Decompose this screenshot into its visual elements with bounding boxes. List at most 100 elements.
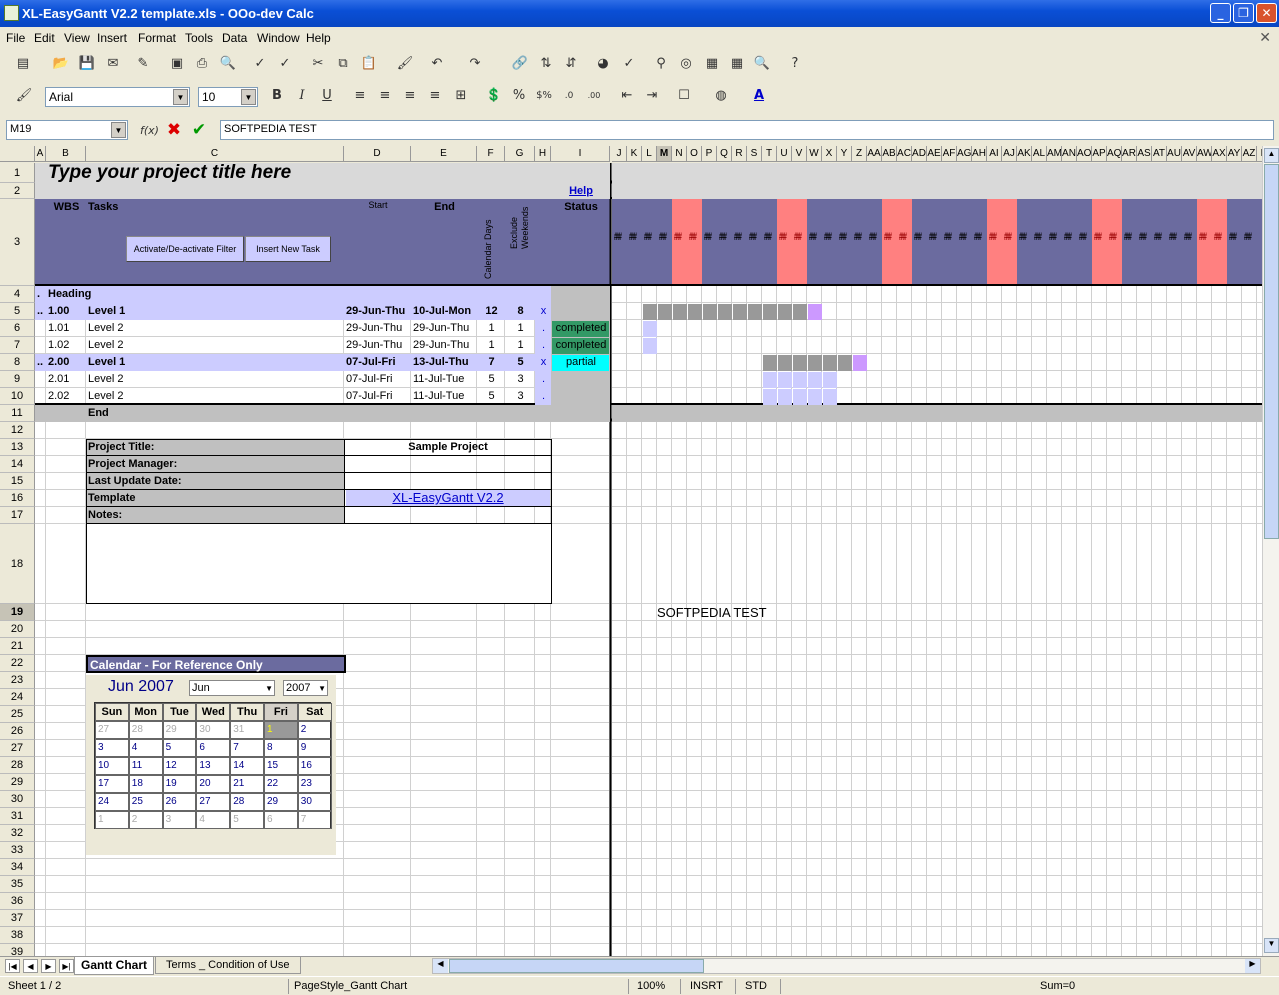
end-date-cell[interactable]: 29-Jun-Thu bbox=[413, 320, 476, 337]
font-color-icon[interactable]: A bbox=[750, 87, 768, 105]
sort-desc-icon[interactable]: ⇵ bbox=[562, 55, 580, 73]
calendar-day[interactable]: 3 bbox=[95, 739, 129, 757]
column-header-Y[interactable]: Y bbox=[837, 146, 852, 162]
column-header-AQ[interactable]: AQ bbox=[1107, 146, 1122, 162]
tab-terms[interactable]: Terms _ Condition of Use bbox=[155, 957, 301, 974]
save-icon[interactable]: 💾 bbox=[78, 55, 96, 73]
end-date-cell[interactable]: 13-Jul-Thu bbox=[413, 354, 476, 371]
accept-icon[interactable]: ✔ bbox=[190, 121, 208, 139]
calendar-day[interactable]: 28 bbox=[128, 721, 163, 739]
scroll-right-icon[interactable]: ▶ bbox=[1245, 959, 1260, 973]
column-header-AV[interactable]: AV bbox=[1182, 146, 1197, 162]
row-outline-marker[interactable]: .. bbox=[37, 354, 45, 371]
help-icon[interactable]: ? bbox=[786, 55, 804, 73]
column-header-L[interactable]: L bbox=[642, 146, 657, 162]
status-cell[interactable]: partial bbox=[553, 354, 609, 371]
status-selection-mode[interactable]: STD bbox=[745, 980, 767, 992]
row-header-5[interactable]: 5 bbox=[0, 303, 35, 320]
currency-icon[interactable]: 💲 bbox=[485, 87, 503, 105]
start-date-cell[interactable]: 07-Jul-Fri bbox=[346, 388, 410, 405]
column-header-D[interactable]: D bbox=[344, 146, 411, 162]
header-status[interactable]: Status bbox=[553, 199, 609, 286]
column-header-K[interactable]: K bbox=[627, 146, 642, 162]
preview-icon[interactable]: 🔍 bbox=[219, 55, 237, 73]
row-header-2[interactable]: 2 bbox=[0, 183, 35, 199]
menu-tools[interactable]: Tools bbox=[185, 31, 213, 45]
print-icon[interactable]: ⎙ bbox=[193, 55, 211, 73]
scroll-thumb[interactable] bbox=[1264, 164, 1279, 539]
column-header-AZ[interactable]: AZ bbox=[1242, 146, 1257, 162]
row-header-20[interactable]: 20 bbox=[0, 621, 35, 638]
task-name-cell[interactable]: Level 2 bbox=[88, 371, 343, 388]
info-value[interactable]: XL-EasyGantt V2.2 bbox=[346, 490, 550, 507]
calendar-day[interactable]: 5 bbox=[230, 811, 264, 829]
row-header-32[interactable]: 32 bbox=[0, 825, 35, 842]
task-name-cell[interactable] bbox=[88, 286, 343, 303]
row-header-25[interactable]: 25 bbox=[0, 706, 35, 723]
column-header-T[interactable]: T bbox=[762, 146, 777, 162]
row-header-17[interactable]: 17 bbox=[0, 507, 35, 524]
align-right-icon[interactable]: ≡ bbox=[401, 87, 419, 105]
column-header-Q[interactable]: Q bbox=[717, 146, 732, 162]
wbs-cell[interactable]: 1.00 bbox=[48, 303, 85, 320]
column-header-AI[interactable]: AI bbox=[987, 146, 1002, 162]
row-header-3[interactable]: 3 bbox=[0, 199, 35, 286]
task-name-cell[interactable]: Level 1 bbox=[88, 303, 343, 320]
indent-dec-icon[interactable]: ⇤ bbox=[618, 87, 636, 105]
sort-asc-icon[interactable]: ⇅ bbox=[537, 55, 555, 73]
column-header-B[interactable]: B bbox=[46, 146, 86, 162]
copy-icon[interactable]: ⧉ bbox=[334, 55, 352, 73]
calendar-month-select[interactable]: Jun ▼ bbox=[189, 680, 275, 696]
paste-icon[interactable]: 📋 bbox=[360, 55, 378, 73]
calendar-day[interactable]: 23 bbox=[297, 775, 332, 793]
task-name-cell[interactable]: Level 1 bbox=[88, 354, 343, 371]
new-icon[interactable]: ▤ bbox=[14, 55, 32, 73]
calendar-year-select[interactable]: 2007 ▼ bbox=[283, 680, 328, 696]
wbs-cell[interactable]: 2.00 bbox=[48, 354, 85, 371]
column-header-AE[interactable]: AE bbox=[927, 146, 942, 162]
row-header-13[interactable]: 13 bbox=[0, 439, 35, 456]
draw-icon[interactable]: ✓ bbox=[620, 55, 638, 73]
row-header-23[interactable]: 23 bbox=[0, 672, 35, 689]
column-header-AR[interactable]: AR bbox=[1122, 146, 1137, 162]
bg-color-icon[interactable]: ◍ bbox=[712, 87, 730, 105]
column-header-F[interactable]: F bbox=[477, 146, 505, 162]
calendar-day[interactable]: 26 bbox=[162, 793, 197, 811]
column-header-U[interactable]: U bbox=[777, 146, 792, 162]
column-header-J[interactable]: J bbox=[612, 146, 627, 162]
font-size-box[interactable]: 10 ▼ bbox=[198, 87, 258, 107]
wbs-cell[interactable]: 1.01 bbox=[48, 320, 85, 337]
column-header-N[interactable]: N bbox=[672, 146, 687, 162]
spellcheck-icon[interactable]: ✓ bbox=[251, 55, 269, 73]
column-header-AH[interactable]: AH bbox=[972, 146, 987, 162]
calendar-day[interactable]: 18 bbox=[128, 775, 163, 793]
calendar-day[interactable]: 27 bbox=[95, 721, 129, 739]
row-header-37[interactable]: 37 bbox=[0, 910, 35, 927]
navigator-icon[interactable]: ◎ bbox=[677, 55, 695, 73]
row-header-4[interactable]: 4 bbox=[0, 286, 35, 303]
calendar-day[interactable]: 29 bbox=[162, 721, 197, 739]
column-header-A[interactable]: A bbox=[35, 146, 46, 162]
last-sheet-icon[interactable]: ▶| bbox=[59, 959, 74, 973]
column-header-AK[interactable]: AK bbox=[1017, 146, 1032, 162]
row-header-14[interactable]: 14 bbox=[0, 456, 35, 473]
column-header-H[interactable]: H bbox=[535, 146, 551, 162]
calendar-days-cell[interactable] bbox=[479, 286, 504, 303]
cut-icon[interactable]: ✂ bbox=[309, 55, 327, 73]
calendar-day[interactable]: 10 bbox=[95, 757, 129, 775]
task-name-cell[interactable]: Level 2 bbox=[88, 388, 343, 405]
column-header-G[interactable]: G bbox=[505, 146, 535, 162]
font-name-box[interactable]: Arial ▼ bbox=[45, 87, 190, 107]
project-title[interactable]: Type your project title here bbox=[48, 163, 608, 183]
column-header-AT[interactable]: AT bbox=[1152, 146, 1167, 162]
status-cell[interactable] bbox=[553, 303, 609, 320]
filter-flag-cell[interactable]: . bbox=[537, 337, 550, 354]
header-start[interactable]: Start bbox=[346, 199, 410, 286]
column-header-AC[interactable]: AC bbox=[897, 146, 912, 162]
name-box[interactable]: M19 ▼ bbox=[6, 120, 128, 140]
calendar-day[interactable]: 2 bbox=[297, 721, 332, 739]
column-header-AM[interactable]: AM bbox=[1047, 146, 1062, 162]
info-value[interactable]: Sample Project bbox=[346, 439, 550, 456]
column-header-I[interactable]: I bbox=[551, 146, 610, 162]
row-outline-marker[interactable] bbox=[37, 388, 45, 405]
